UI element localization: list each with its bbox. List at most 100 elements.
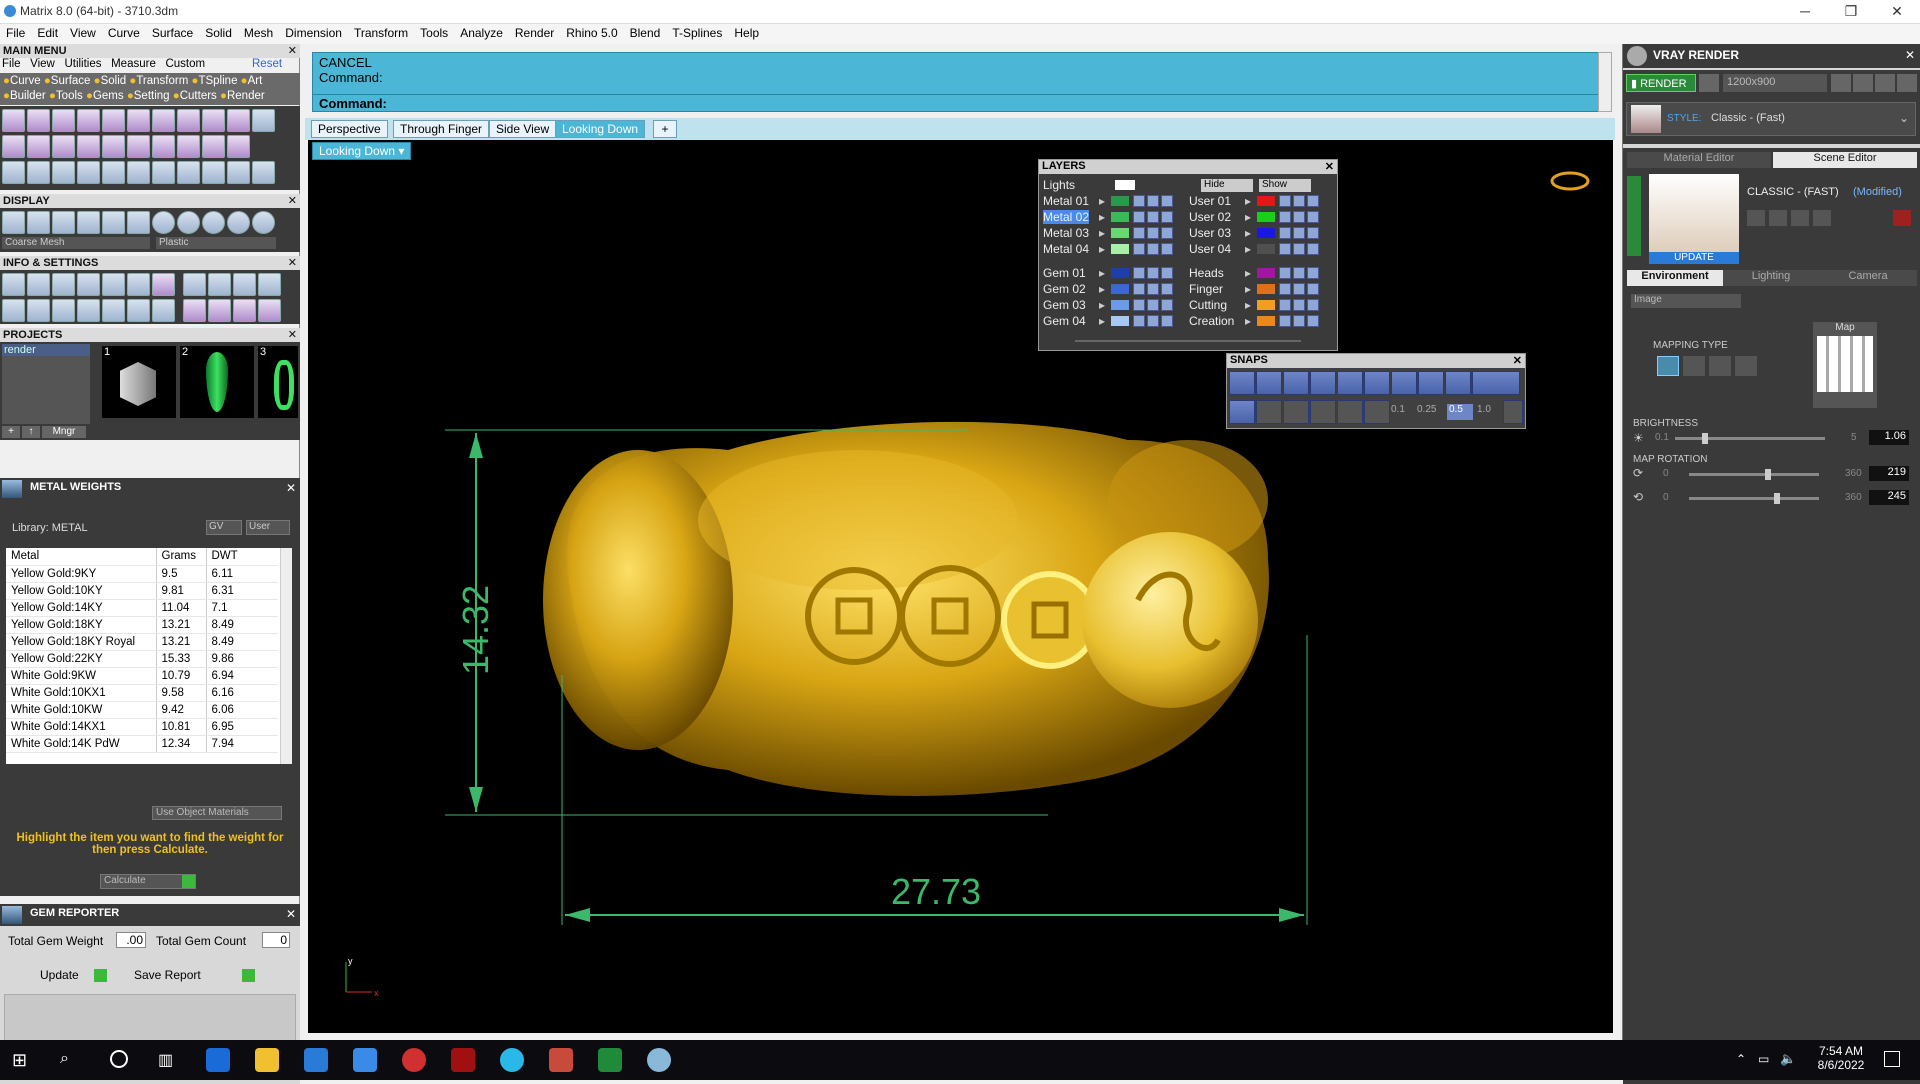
rotate-tool-icon[interactable]	[27, 161, 50, 184]
curve-tool-icon[interactable]	[52, 109, 75, 132]
menu-curve[interactable]: Curve	[102, 24, 146, 42]
render-settings-icon[interactable]	[233, 299, 256, 322]
notifications-icon[interactable]	[1884, 1051, 1900, 1067]
mm-transform[interactable]: Transform	[136, 75, 188, 87]
visible-icon[interactable]	[1293, 243, 1305, 255]
tab-material-editor[interactable]: Material Editor	[1627, 152, 1771, 168]
layer-row[interactable]: Metal 01 ▸	[1043, 194, 1183, 208]
save-icon[interactable]	[102, 273, 125, 296]
select-icon[interactable]	[1307, 227, 1319, 239]
menu-file[interactable]: File	[0, 24, 31, 42]
menu-transform[interactable]: Transform	[348, 24, 414, 42]
visible-icon[interactable]	[1147, 211, 1159, 223]
snap-point-icon[interactable]	[1310, 371, 1336, 395]
chrome-icon[interactable]	[402, 1048, 426, 1072]
table-row[interactable]: Yellow Gold:14KY 11.04 7.1	[6, 599, 278, 617]
table-row[interactable]: Yellow Gold:22KY 15.33 9.86	[6, 650, 278, 668]
expand-icon[interactable]: ▸	[1245, 298, 1251, 312]
store-icon[interactable]	[304, 1048, 328, 1072]
col-header-metal[interactable]: Metal	[6, 548, 157, 566]
cortana-icon[interactable]	[110, 1050, 128, 1068]
expand-icon[interactable]: ▸	[1245, 210, 1251, 224]
remove-material-icon[interactable]	[1813, 210, 1831, 226]
layer-color-swatch[interactable]	[1257, 268, 1275, 278]
snap-value-025[interactable]: 0.25	[1417, 404, 1447, 420]
tab-through-finger[interactable]: Through Finger	[393, 120, 490, 138]
array-tool-icon[interactable]	[77, 161, 100, 184]
mesh-select[interactable]: Coarse Mesh	[2, 237, 150, 249]
sphere-material-icon[interactable]	[227, 211, 250, 234]
zoom-icon[interactable]	[27, 273, 50, 296]
mapping-hdri-icon[interactable]	[1735, 356, 1757, 376]
file-explorer-icon[interactable]	[255, 1048, 279, 1072]
layer-color-swatch[interactable]	[1257, 228, 1275, 238]
add-view-icon[interactable]: +	[653, 120, 677, 138]
window-icon[interactable]	[233, 273, 256, 296]
lock-icon[interactable]	[1133, 283, 1145, 295]
material-preview[interactable]: UPDATE	[1649, 174, 1739, 264]
map-preview[interactable]: Map	[1813, 322, 1877, 408]
lock-icon[interactable]	[1133, 299, 1145, 311]
lock-icon[interactable]	[1279, 299, 1291, 311]
layer-row[interactable]: Creation ▸	[1189, 314, 1329, 328]
layer-color-swatch[interactable]	[1111, 316, 1129, 326]
list-icon[interactable]	[1875, 74, 1895, 92]
reset-material-icon[interactable]	[1893, 210, 1911, 226]
close-button[interactable]: ✕	[1874, 0, 1920, 24]
list-icon[interactable]	[152, 299, 175, 322]
close-icon[interactable]: ✕	[286, 481, 296, 495]
mm-setting[interactable]: Setting	[134, 90, 170, 102]
menu-analyze[interactable]: Analyze	[454, 24, 509, 42]
expand-icon[interactable]: ▸	[1245, 314, 1251, 328]
menu-tools[interactable]: Tools	[414, 24, 454, 42]
sphere-material-icon[interactable]	[152, 211, 175, 234]
solid-tool-icon[interactable]	[227, 109, 250, 132]
select-icon[interactable]	[1161, 243, 1173, 255]
expand-icon[interactable]: ▸	[1245, 282, 1251, 296]
grid-display-icon[interactable]	[2, 211, 25, 234]
snap-value-01[interactable]: 0.1	[1391, 404, 1417, 420]
snap-layout-icon[interactable]	[1229, 400, 1255, 424]
layer-color-swatch[interactable]	[1111, 284, 1129, 294]
layout-tool-icon[interactable]	[252, 109, 275, 132]
expand-icon[interactable]: ▸	[1099, 266, 1105, 280]
project-list[interactable]: render	[2, 344, 90, 424]
sphere-material-icon[interactable]	[177, 211, 200, 234]
expand-icon[interactable]: ▸	[1099, 298, 1105, 312]
text-tool-icon[interactable]	[177, 109, 200, 132]
mm-solid[interactable]: Solid	[101, 75, 127, 87]
search-icon[interactable]: ⌕	[60, 1050, 80, 1070]
gear-icon[interactable]	[183, 273, 206, 296]
menu-surface[interactable]: Surface	[146, 24, 199, 42]
layer-color-swatch[interactable]	[1257, 196, 1275, 206]
layer-icon[interactable]	[52, 273, 75, 296]
curve-tool-icon[interactable]	[77, 109, 100, 132]
visible-icon[interactable]	[1147, 267, 1159, 279]
snap-value-05[interactable]: 0.5	[1447, 404, 1473, 420]
sphere-material-icon[interactable]	[202, 211, 225, 234]
brightness-slider[interactable]: ☀ 0.1 5 1.06	[1633, 430, 1913, 446]
window-icon[interactable]	[258, 273, 281, 296]
bucket-icon[interactable]	[77, 299, 100, 322]
col-header-dwt[interactable]: DWT	[206, 548, 278, 566]
lock-icon[interactable]	[1133, 315, 1145, 327]
select-icon[interactable]	[1307, 195, 1319, 207]
close-icon[interactable]: ✕	[1513, 354, 1522, 367]
ellipsoid-tool-icon[interactable]	[77, 135, 100, 158]
render-options-icon[interactable]	[1699, 74, 1719, 92]
table-row[interactable]: Yellow Gold:9KY 9.5 6.11	[6, 565, 278, 583]
layer-color-swatch[interactable]	[1111, 300, 1129, 310]
select-icon[interactable]	[1161, 195, 1173, 207]
network-icon[interactable]: ▭	[1758, 1052, 1769, 1066]
select-icon[interactable]	[1307, 267, 1319, 279]
layer-color-swatch[interactable]	[1257, 212, 1275, 222]
filter-icon[interactable]	[102, 299, 125, 322]
expand-icon[interactable]: ▸	[1099, 242, 1105, 256]
bend-tool-icon[interactable]	[52, 161, 75, 184]
rotation-value-1[interactable]: 219	[1869, 466, 1909, 481]
project-item-render[interactable]: render	[2, 344, 90, 356]
restore-button[interactable]: ❐	[1828, 0, 1874, 24]
expand-icon[interactable]: ▸	[1245, 194, 1251, 208]
expand-icon[interactable]: ▸	[1099, 226, 1105, 240]
rotation-thumb-2[interactable]	[1774, 493, 1781, 504]
